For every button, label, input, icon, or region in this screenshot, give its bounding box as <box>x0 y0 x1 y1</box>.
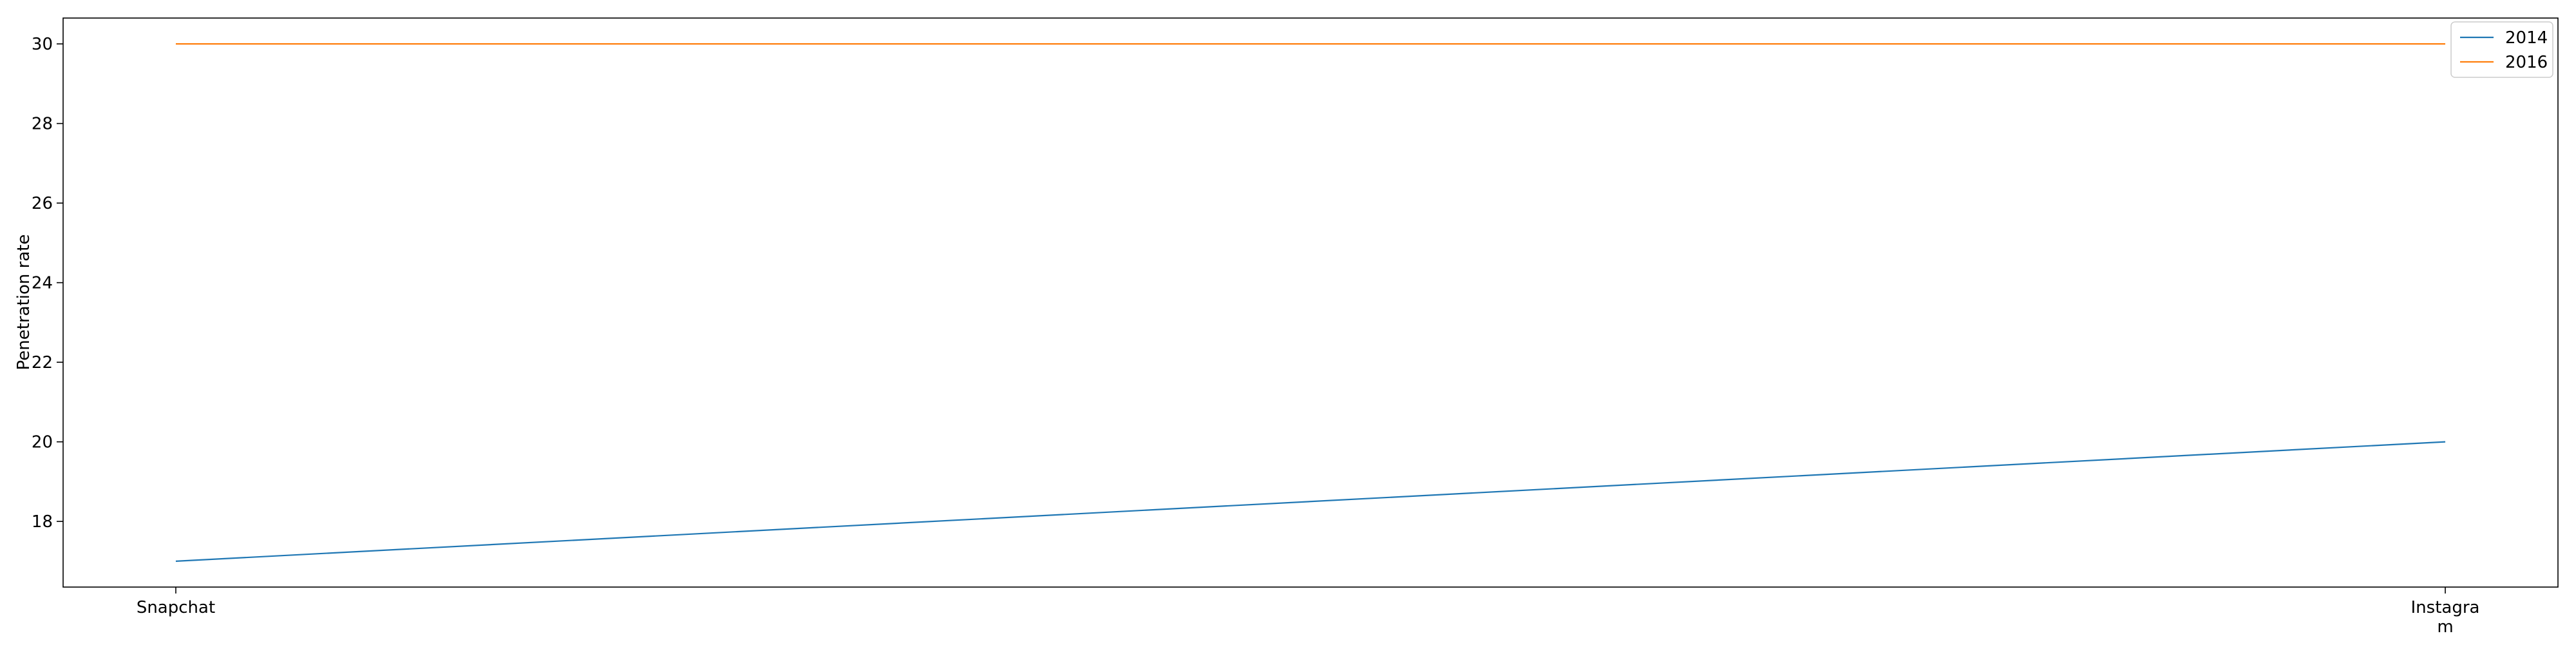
legend-label: 2014 <box>2505 28 2548 48</box>
y-tick-label: 20 <box>32 433 53 452</box>
x-tick-label-line: Instagra <box>2411 598 2480 617</box>
legend: 2014 2016 <box>2450 21 2553 78</box>
x-tick-label-line: m <box>2437 617 2453 637</box>
y-tick-label: 26 <box>32 194 53 213</box>
y-tick-label: 22 <box>32 353 53 372</box>
y-tick-label: 18 <box>32 512 53 532</box>
x-axis: Snapchat Instagra m <box>137 587 2480 637</box>
line-chart: 18 20 22 24 26 28 30 Snapchat Instagra m Penetra… <box>14 17 2559 637</box>
legend-label: 2016 <box>2505 53 2548 72</box>
y-axis: 18 20 22 24 26 28 30 <box>32 35 63 532</box>
x-tick-label: Instagra m <box>2411 598 2480 637</box>
chart-container: 18 20 22 24 26 28 30 Snapchat Instagra m Penetra… <box>0 0 2576 644</box>
x-tick-label: Snapchat <box>137 598 215 617</box>
y-tick-label: 24 <box>32 274 53 293</box>
y-tick-label: 28 <box>32 115 53 134</box>
x-tick-label-line: Snapchat <box>137 598 215 617</box>
y-axis-label: Penetration rate <box>14 235 33 371</box>
y-tick-label: 30 <box>32 35 53 54</box>
